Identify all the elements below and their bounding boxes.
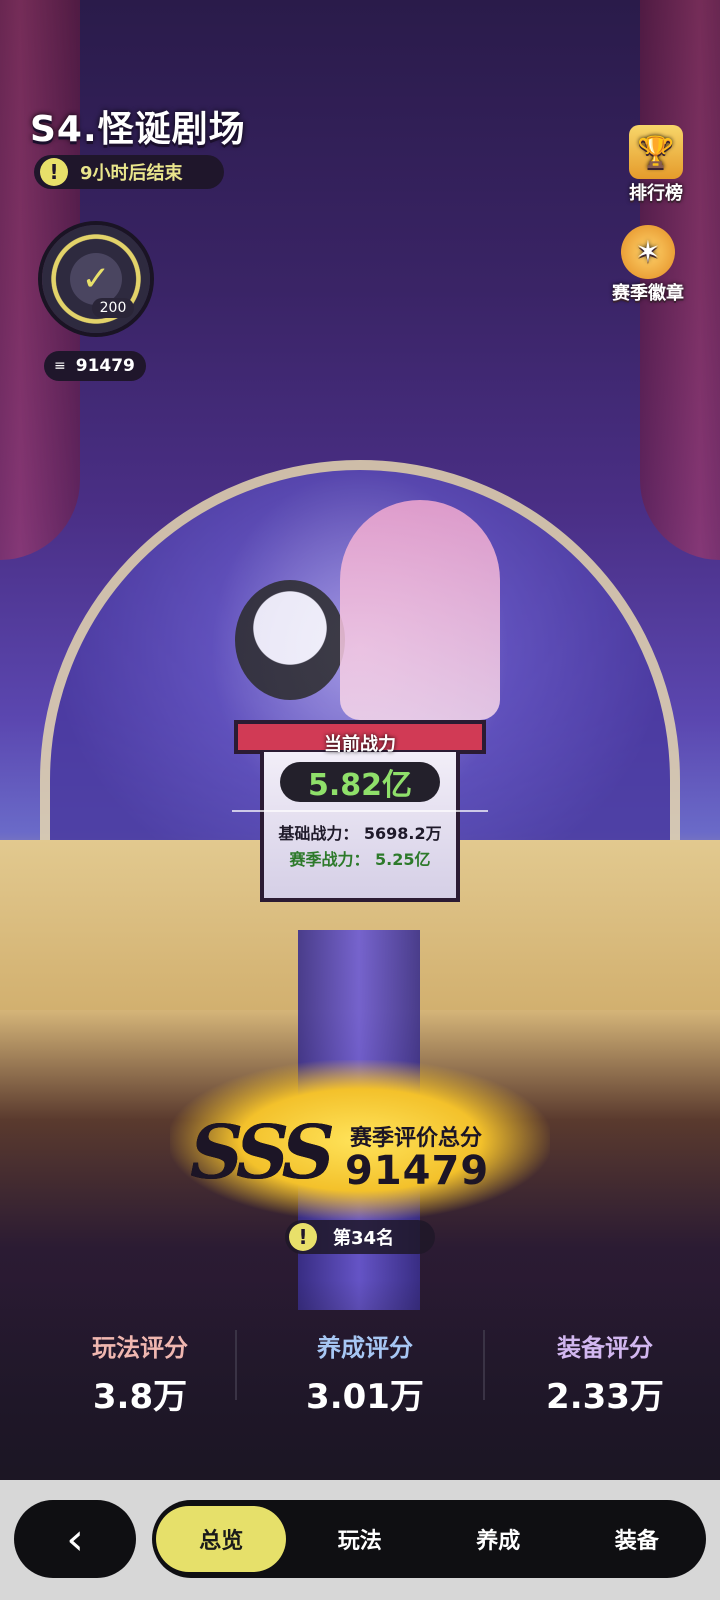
- equipment-score: 装备评分 2.33万: [505, 1328, 705, 1418]
- season-score-value: 91479: [345, 1148, 490, 1194]
- bottom-tabs: 总览 玩法 养成 装备: [152, 1500, 706, 1578]
- back-button[interactable]: ‹: [14, 1500, 136, 1578]
- base-power: 基础战力： 5698.2万: [278, 824, 442, 843]
- tab-overview[interactable]: 总览: [156, 1506, 287, 1572]
- season-power: 赛季战力： 5.25亿: [289, 850, 431, 869]
- trophy-icon: 🏆: [629, 125, 683, 179]
- points-value: 91479: [75, 356, 135, 376]
- current-power-label: 当前战力: [324, 734, 396, 755]
- equipment-score-label: 装备评分: [557, 1334, 653, 1362]
- growth-score-label: 养成评分: [317, 1334, 413, 1362]
- rank-text: 第34名: [333, 1228, 395, 1249]
- tab-gameplay[interactable]: 玩法: [295, 1506, 425, 1572]
- list-icon: ≡: [54, 358, 66, 374]
- points-pill: ≡ 91479: [44, 351, 146, 381]
- season-overview-screen: S4.怪诞剧场 ! 9小时后结束 ✓ 200 ≡ 91479 🏆 排行榜 ✶ 赛…: [0, 0, 720, 1600]
- season-title: S4.怪诞剧场: [30, 109, 246, 150]
- season-badge-label: 赛季徽章: [612, 283, 684, 304]
- badge-count: 200: [92, 298, 134, 318]
- current-power-value: 5.82亿: [307, 768, 413, 803]
- season-timer: ! 9小时后结束: [34, 155, 224, 189]
- back-arrow-icon: ‹: [66, 1513, 84, 1565]
- alert-icon: !: [40, 158, 68, 186]
- gameplay-score-label: 玩法评分: [92, 1334, 188, 1362]
- panda-character: [235, 580, 345, 700]
- timer-text: 9小时后结束: [80, 163, 183, 184]
- divider: [483, 1330, 485, 1400]
- season-badge-button[interactable]: ✶ 赛季徽章: [600, 225, 696, 305]
- leaderboard-label: 排行榜: [629, 183, 683, 204]
- power-divider: [232, 810, 488, 812]
- equipment-score-value: 2.33万: [546, 1377, 664, 1417]
- tab-equipment[interactable]: 装备: [572, 1506, 702, 1572]
- alert-icon: !: [289, 1223, 317, 1251]
- divider: [235, 1330, 237, 1400]
- season-grade: SSS: [190, 1110, 335, 1196]
- growth-score-value: 3.01万: [306, 1377, 424, 1417]
- gameplay-score-value: 3.8万: [92, 1377, 188, 1417]
- season-rank: ! 第34名: [285, 1220, 435, 1254]
- medal-icon: ✶: [621, 225, 675, 279]
- gameplay-score: 玩法评分 3.8万: [40, 1328, 240, 1418]
- leaderboard-button[interactable]: 🏆 排行榜: [608, 125, 704, 205]
- current-power-box: 5.82亿: [280, 762, 440, 803]
- tab-growth[interactable]: 养成: [433, 1506, 563, 1572]
- girl-character: [340, 500, 500, 720]
- growth-score: 养成评分 3.01万: [265, 1328, 465, 1418]
